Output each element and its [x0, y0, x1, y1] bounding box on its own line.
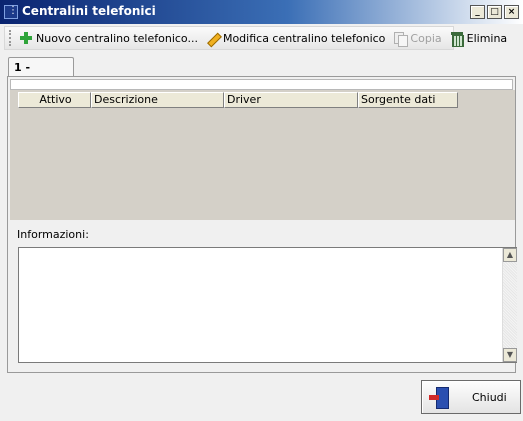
toolbar: Nuovo centralino telefonico... Modifica …	[4, 26, 507, 50]
window-controls: _ □ ×	[470, 5, 519, 19]
column-header-sorgente-dati[interactable]: Sorgente dati	[358, 92, 458, 108]
new-switchboard-button[interactable]: Nuovo centralino telefonico...	[15, 28, 202, 48]
filter-bar	[10, 79, 513, 90]
delete-button[interactable]: Elimina	[446, 28, 512, 48]
maximize-button[interactable]: □	[487, 5, 502, 19]
scroll-down-icon[interactable]: ▼	[503, 348, 517, 362]
tab-server[interactable]: 1 - Server	[8, 57, 74, 87]
plus-icon	[19, 31, 33, 45]
close-button-label: Chiudi	[472, 390, 507, 404]
column-header-driver[interactable]: Driver	[224, 92, 358, 108]
minimize-button[interactable]: _	[470, 5, 485, 19]
copy-button[interactable]: Copia	[389, 28, 445, 48]
grid-header: Attivo Descrizione Driver Sorgente dati	[18, 92, 458, 108]
server-panel: Attivo Descrizione Driver Sorgente dati …	[7, 76, 517, 373]
title-bar: Centralini telefonici _ □ ×	[0, 0, 523, 24]
close-button[interactable]: Chiudi	[421, 380, 521, 414]
column-header-attivo[interactable]: Attivo	[18, 92, 91, 108]
app-icon	[4, 5, 18, 19]
copy-label: Copia	[410, 31, 442, 45]
close-window-button[interactable]: ×	[504, 5, 519, 19]
copy-icon	[393, 31, 409, 47]
server-grid[interactable]: Attivo Descrizione Driver Sorgente dati	[10, 90, 515, 220]
window-title: Centralini telefonici	[22, 4, 156, 18]
pencil-icon	[206, 31, 220, 45]
info-textarea[interactable]: ▲ ▼	[18, 247, 517, 363]
exit-door-icon	[428, 386, 450, 409]
delete-label: Elimina	[466, 31, 508, 45]
scroll-up-icon[interactable]: ▲	[503, 248, 517, 262]
edit-switchboard-label: Modifica centralino telefonico	[222, 31, 386, 45]
info-scrollbar[interactable]: ▲ ▼	[502, 248, 517, 362]
edit-switchboard-button[interactable]: Modifica centralino telefonico	[202, 28, 389, 48]
new-switchboard-label: Nuovo centralino telefonico...	[36, 31, 198, 45]
column-header-descrizione[interactable]: Descrizione	[91, 92, 224, 108]
info-label: Informazioni:	[17, 228, 89, 241]
toolbar-grip[interactable]	[9, 30, 11, 46]
trash-icon	[450, 31, 464, 47]
